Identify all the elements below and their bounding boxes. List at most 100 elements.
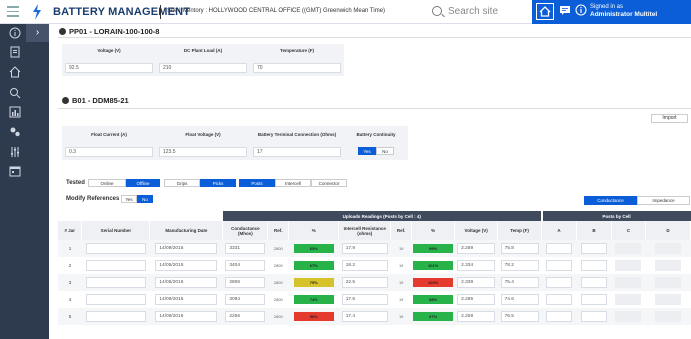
post-b-input[interactable] bbox=[581, 311, 607, 322]
modify-no[interactable]: No bbox=[137, 195, 153, 203]
voltage-input[interactable]: 2.259 bbox=[457, 243, 496, 254]
col-conductance: Conductance (Mhos) bbox=[222, 221, 269, 240]
tested-offline[interactable]: Offline bbox=[126, 179, 160, 187]
temp-input[interactable]: 78.2 bbox=[500, 260, 539, 271]
document-icon[interactable] bbox=[8, 46, 22, 58]
mfg-date-input[interactable]: 14/05/2016 bbox=[155, 277, 218, 288]
post-b-input[interactable] bbox=[581, 243, 607, 254]
voltage-input[interactable]: 2.265 bbox=[457, 294, 496, 305]
conductance-input[interactable]: 3331 bbox=[225, 243, 266, 254]
cond-cell: 3331 bbox=[222, 240, 268, 257]
intercell-input[interactable]: 22.5 bbox=[341, 277, 388, 288]
float-current-field[interactable]: 0.3 bbox=[65, 147, 153, 157]
home-button[interactable] bbox=[536, 3, 554, 20]
conductance-input[interactable]: 2256 bbox=[225, 311, 266, 322]
serial-input[interactable] bbox=[85, 277, 146, 288]
home-icon bbox=[539, 6, 551, 17]
tested-intercell[interactable]: Intercell bbox=[275, 179, 311, 187]
post-a-input[interactable] bbox=[546, 260, 573, 271]
terminal-field[interactable]: 17 bbox=[253, 147, 341, 157]
temperature-field[interactable]: 70 bbox=[253, 63, 341, 73]
serial-input[interactable] bbox=[85, 294, 146, 305]
calendar-icon[interactable] bbox=[8, 165, 22, 177]
tested-connector[interactable]: Connector bbox=[311, 179, 347, 187]
impedance-tab[interactable]: Impedance bbox=[637, 196, 690, 205]
voltage-input[interactable]: 2.334 bbox=[457, 260, 496, 271]
pct-cell: 56% bbox=[288, 308, 339, 325]
tested-picks[interactable]: Picks bbox=[200, 179, 236, 187]
temp-input[interactable]: 75.8 bbox=[500, 243, 539, 254]
search-input[interactable]: Search site bbox=[430, 4, 520, 20]
col-voltage: Voltage (V) bbox=[454, 221, 499, 240]
pct-cell: 101% bbox=[412, 257, 455, 274]
post-a-input[interactable] bbox=[546, 243, 573, 254]
post-c-cell bbox=[611, 257, 645, 274]
hamburger-menu-icon[interactable] bbox=[7, 6, 19, 17]
mfg-date-input[interactable]: 14/05/2015 bbox=[155, 260, 218, 271]
conductance-input[interactable]: 3404 bbox=[225, 260, 266, 271]
post-d-input bbox=[654, 277, 681, 288]
sliders-icon[interactable] bbox=[8, 146, 22, 158]
sidebar-expand-button[interactable]: › bbox=[26, 24, 49, 42]
temp-input[interactable]: 74.6 bbox=[500, 294, 539, 305]
collapse-dot-icon[interactable] bbox=[62, 97, 69, 104]
import-button[interactable]: Import bbox=[651, 114, 688, 123]
serial-input[interactable] bbox=[85, 243, 146, 254]
post-b-input[interactable] bbox=[581, 260, 607, 271]
serial-input[interactable] bbox=[85, 260, 146, 271]
powerplant-panel: Voltage (V) DC Plant Load (A) Temperatur… bbox=[62, 44, 344, 76]
post-c-input bbox=[615, 311, 642, 322]
float-voltage-field[interactable]: 123.5 bbox=[159, 147, 247, 157]
intercell-input[interactable]: 18.2 bbox=[341, 260, 388, 271]
conductance-input[interactable]: 2806 bbox=[225, 277, 266, 288]
chat-icon[interactable] bbox=[558, 4, 572, 18]
collapse-dot-icon[interactable] bbox=[59, 28, 66, 35]
voltage-field[interactable]: 92.5 bbox=[65, 63, 153, 73]
intercell-input[interactable]: 17.6 bbox=[341, 294, 388, 305]
col-temp: Temp (F) bbox=[497, 221, 543, 240]
uploads-group-header: Uploads Readings (Posts by Cell : 4) bbox=[222, 211, 542, 221]
tested-posts[interactable]: Posts bbox=[239, 179, 275, 187]
serial-input[interactable] bbox=[85, 311, 146, 322]
search-placeholder: Search site bbox=[448, 6, 499, 17]
post-a-input[interactable] bbox=[546, 294, 573, 305]
continuity-no[interactable]: No bbox=[376, 147, 394, 155]
mfg-date-input[interactable]: 14/09/2015 bbox=[155, 243, 218, 254]
post-d-input bbox=[654, 311, 681, 322]
info-icon[interactable] bbox=[574, 4, 588, 18]
conductance-percent-badge: 67% bbox=[293, 261, 334, 270]
conductance-percent-badge: 63% bbox=[293, 244, 334, 253]
tested-grips[interactable]: Grips bbox=[164, 179, 200, 187]
continuity-yes[interactable]: Yes bbox=[358, 147, 376, 155]
conductance-tab[interactable]: Conductance bbox=[584, 196, 637, 205]
dc-load-field[interactable]: 210 bbox=[159, 63, 247, 73]
conductance-percent-badge: 56% bbox=[293, 312, 334, 321]
voltage-input[interactable]: 2.339 bbox=[457, 277, 496, 288]
post-b-input[interactable] bbox=[581, 294, 607, 305]
voltage-input[interactable]: 2.259 bbox=[457, 311, 496, 322]
signed-in-info[interactable]: Signed in as Administrator Multitel bbox=[590, 4, 657, 19]
chart-icon[interactable] bbox=[8, 106, 22, 118]
settings-group-icon[interactable] bbox=[8, 126, 22, 138]
post-d-cell bbox=[645, 257, 690, 274]
info-circle-icon[interactable] bbox=[8, 27, 22, 39]
ir-cell: 17.6 bbox=[339, 291, 391, 308]
modify-yes[interactable]: Yes bbox=[121, 195, 137, 203]
home-nav-icon[interactable] bbox=[8, 66, 22, 78]
post-b-input[interactable] bbox=[581, 277, 607, 288]
posts-group-header: Posts by Cell bbox=[540, 211, 691, 221]
post-a-input[interactable] bbox=[546, 311, 573, 322]
search-nav-icon[interactable] bbox=[8, 87, 22, 99]
mfg-date-input[interactable]: 14/09/2016 bbox=[155, 311, 218, 322]
post-d-cell bbox=[645, 240, 691, 257]
pct-cell: 98% bbox=[412, 291, 455, 308]
battery-title-text: B01 - DDM85-21 bbox=[72, 96, 129, 105]
intercell-input[interactable]: 17.9 bbox=[341, 243, 388, 254]
tested-online[interactable]: Online bbox=[88, 179, 126, 187]
temp-input[interactable]: 75.4 bbox=[500, 277, 539, 288]
mfg-date-input[interactable]: 14/09/2015 bbox=[155, 294, 218, 305]
post-a-input[interactable] bbox=[546, 277, 573, 288]
conductance-input[interactable]: 3094 bbox=[225, 294, 266, 305]
intercell-input[interactable]: 17.4 bbox=[341, 311, 388, 322]
temp-input[interactable]: 76.5 bbox=[500, 311, 539, 322]
